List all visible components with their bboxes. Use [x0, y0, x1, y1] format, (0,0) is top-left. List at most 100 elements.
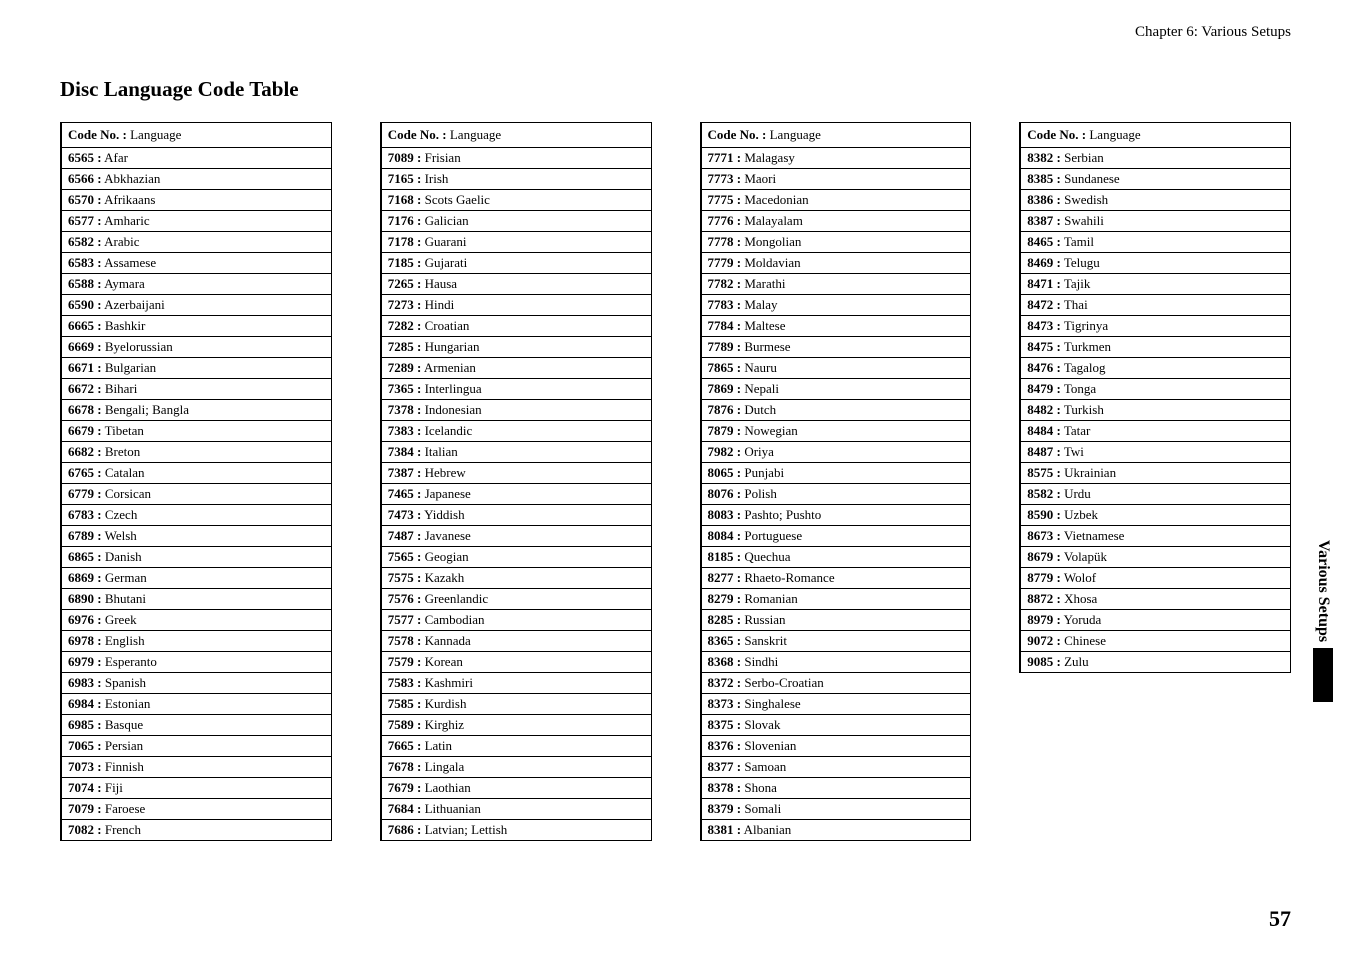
column-header: Code No. : Language [61, 123, 331, 148]
code-cell: 7487 : Javanese [381, 526, 651, 547]
code-cell: 6565 : Afar [61, 148, 331, 169]
code-cell: 7783 : Malay [701, 295, 971, 316]
table-row: 7679 : Laothian [381, 778, 651, 799]
table-row: 6890 : Bhutani [61, 589, 331, 610]
code-cell: 6983 : Spanish [61, 673, 331, 694]
code-cell: 7577 : Cambodian [381, 610, 651, 631]
code-cell: 7583 : Kashmiri [381, 673, 651, 694]
table-row: 7065 : Persian [61, 736, 331, 757]
code-cell: 7665 : Latin [381, 736, 651, 757]
code-cell: 6678 : Bengali; Bangla [61, 400, 331, 421]
code-cell: 8779 : Wolof [1020, 568, 1290, 589]
table-row: 7879 : Nowegian [701, 421, 971, 442]
code-table-4: Code No. : Language8382 : Serbian8385 : … [1019, 122, 1291, 673]
table-row: 8779 : Wolof [1020, 568, 1290, 589]
table-row: 6865 : Danish [61, 547, 331, 568]
code-cell: 8065 : Punjabi [701, 463, 971, 484]
table-row: 7365 : Interlingua [381, 379, 651, 400]
table-row: 6583 : Assamese [61, 253, 331, 274]
table-row: 7771 : Malagasy [701, 148, 971, 169]
table-row: 8083 : Pashto; Pushto [701, 505, 971, 526]
code-cell: 6582 : Arabic [61, 232, 331, 253]
code-cell: 8471 : Tajik [1020, 274, 1290, 295]
code-table-3: Code No. : Language7771 : Malagasy7773 :… [700, 122, 972, 841]
column-header: Code No. : Language [701, 123, 971, 148]
code-cell: 7176 : Galician [381, 211, 651, 232]
code-cell: 8472 : Thai [1020, 295, 1290, 316]
table-row: 8375 : Slovak [701, 715, 971, 736]
code-cell: 7779 : Moldavian [701, 253, 971, 274]
table-row: 7289 : Armenian [381, 358, 651, 379]
table-row: 7082 : French [61, 820, 331, 841]
table-row: 6590 : Azerbaijani [61, 295, 331, 316]
table-row: 7579 : Korean [381, 652, 651, 673]
code-cell: 8379 : Somali [701, 799, 971, 820]
code-cell: 6985 : Basque [61, 715, 331, 736]
table-row: 7273 : Hindi [381, 295, 651, 316]
table-row: 6588 : Aymara [61, 274, 331, 295]
code-cell: 8479 : Tonga [1020, 379, 1290, 400]
table-row: 8365 : Sanskrit [701, 631, 971, 652]
table-row: 8475 : Turkmen [1020, 337, 1290, 358]
table-row: 6672 : Bihari [61, 379, 331, 400]
table-row: 7585 : Kurdish [381, 694, 651, 715]
table-row: 7285 : Hungarian [381, 337, 651, 358]
table-row: 7982 : Oriya [701, 442, 971, 463]
code-cell: 8378 : Shona [701, 778, 971, 799]
code-cell: 6976 : Greek [61, 610, 331, 631]
table-row: 6789 : Welsh [61, 526, 331, 547]
code-cell: 6984 : Estonian [61, 694, 331, 715]
table-row: 7079 : Faroese [61, 799, 331, 820]
table-row: 8479 : Tonga [1020, 379, 1290, 400]
code-cell: 8476 : Tagalog [1020, 358, 1290, 379]
table-row: 7073 : Finnish [61, 757, 331, 778]
code-table-1: Code No. : Language6565 : Afar6566 : Abk… [60, 122, 332, 841]
code-cell: 7775 : Macedonian [701, 190, 971, 211]
table-row: 8590 : Uzbek [1020, 505, 1290, 526]
code-cell: 8375 : Slovak [701, 715, 971, 736]
code-cell: 6566 : Abkhazian [61, 169, 331, 190]
table-row: 8471 : Tajik [1020, 274, 1290, 295]
table-row: 6985 : Basque [61, 715, 331, 736]
code-cell: 8382 : Serbian [1020, 148, 1290, 169]
code-cell: 6779 : Corsican [61, 484, 331, 505]
table-row: 8382 : Serbian [1020, 148, 1290, 169]
table-row: 8377 : Samoan [701, 757, 971, 778]
code-cell: 7265 : Hausa [381, 274, 651, 295]
code-cell: 7579 : Korean [381, 652, 651, 673]
code-cell: 7686 : Latvian; Lettish [381, 820, 651, 841]
code-cell: 8285 : Russian [701, 610, 971, 631]
table-row: 8285 : Russian [701, 610, 971, 631]
code-cell: 8979 : Yoruda [1020, 610, 1290, 631]
code-cell: 7178 : Guarani [381, 232, 651, 253]
code-cell: 7165 : Irish [381, 169, 651, 190]
table-row: 8185 : Quechua [701, 547, 971, 568]
table-row: 8872 : Xhosa [1020, 589, 1290, 610]
code-cell: 7879 : Nowegian [701, 421, 971, 442]
table-row: 7578 : Kannada [381, 631, 651, 652]
code-cell: 7575 : Kazakh [381, 568, 651, 589]
table-row: 7583 : Kashmiri [381, 673, 651, 694]
code-cell: 6665 : Bashkir [61, 316, 331, 337]
table-row: 7876 : Dutch [701, 400, 971, 421]
table-row: 8582 : Urdu [1020, 484, 1290, 505]
code-cell: 7074 : Fiji [61, 778, 331, 799]
code-cell: 6869 : German [61, 568, 331, 589]
code-cell: 6890 : Bhutani [61, 589, 331, 610]
table-row: 7577 : Cambodian [381, 610, 651, 631]
code-cell: 8185 : Quechua [701, 547, 971, 568]
code-cell: 7065 : Persian [61, 736, 331, 757]
table-row: 7575 : Kazakh [381, 568, 651, 589]
table-row: 7778 : Mongolian [701, 232, 971, 253]
code-cell: 8465 : Tamil [1020, 232, 1290, 253]
code-cell: 7565 : Geogian [381, 547, 651, 568]
table-row: 7869 : Nepali [701, 379, 971, 400]
code-cell: 8475 : Turkmen [1020, 337, 1290, 358]
code-cell: 9072 : Chinese [1020, 631, 1290, 652]
code-cell: 7378 : Indonesian [381, 400, 651, 421]
code-cell: 6590 : Azerbaijani [61, 295, 331, 316]
code-cell: 6783 : Czech [61, 505, 331, 526]
table-row: 8379 : Somali [701, 799, 971, 820]
code-cell: 6865 : Danish [61, 547, 331, 568]
table-row: 8465 : Tamil [1020, 232, 1290, 253]
